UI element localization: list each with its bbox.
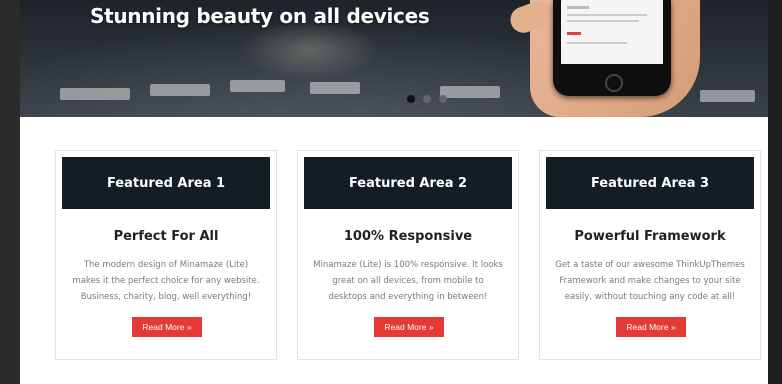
crosswalk-stripe: [700, 90, 755, 102]
read-more-button[interactable]: Read More »: [616, 317, 686, 337]
feature-description: The modern design of Minamaze (Lite) mak…: [72, 260, 260, 302]
screen-line: [567, 20, 639, 22]
featured-section: Featured Area 1 Perfect For All The mode…: [20, 117, 768, 384]
left-frame-strip: [0, 0, 20, 384]
read-more-button[interactable]: Read More »: [374, 317, 444, 337]
thumb-shape: [506, 0, 556, 37]
crosswalk-stripe: [440, 86, 500, 98]
feature-description: Minamaze (Lite) is 100% responsive. It l…: [313, 260, 503, 302]
hero-title: Stunning beauty on all devices: [90, 4, 430, 28]
slider-dot-3[interactable]: [439, 95, 447, 103]
feature-title: 100% Responsive: [343, 229, 473, 244]
feature-header: Featured Area 2: [304, 157, 512, 209]
crosswalk-stripe: [310, 82, 360, 94]
crosswalk-stripe: [150, 84, 210, 96]
phone-screen: [561, 0, 663, 64]
crosswalk-stripe: [230, 80, 285, 92]
feature-title: Perfect For All: [113, 229, 219, 244]
crosswalk-stripe: [60, 88, 130, 100]
screen-line: [567, 42, 627, 44]
feature-card-2: Featured Area 2 100% Responsive Minamaze…: [297, 150, 519, 360]
right-frame-strip: [768, 0, 782, 384]
feature-description: Get a taste of our awesome ThinkUpThemes…: [555, 260, 745, 302]
street-light-glow: [240, 20, 380, 80]
home-button-icon: [605, 74, 623, 92]
slider-pagination: [407, 95, 447, 103]
read-more-button[interactable]: Read More »: [132, 317, 202, 337]
screen-line: [567, 32, 581, 35]
screen-line: [567, 6, 589, 9]
hero-slider: Stunning beauty on all devices: [20, 0, 768, 117]
feature-card-3: Featured Area 3 Powerful Framework Get a…: [539, 150, 761, 360]
feature-header: Featured Area 3: [546, 157, 754, 209]
smartphone-image: [553, 0, 671, 96]
screen-line: [567, 14, 647, 16]
feature-card-1: Featured Area 1 Perfect For All The mode…: [55, 150, 277, 360]
slider-dot-1[interactable]: [407, 95, 415, 103]
slider-dot-2[interactable]: [423, 95, 431, 103]
feature-header: Featured Area 1: [62, 157, 270, 209]
feature-title: Powerful Framework: [574, 229, 726, 244]
